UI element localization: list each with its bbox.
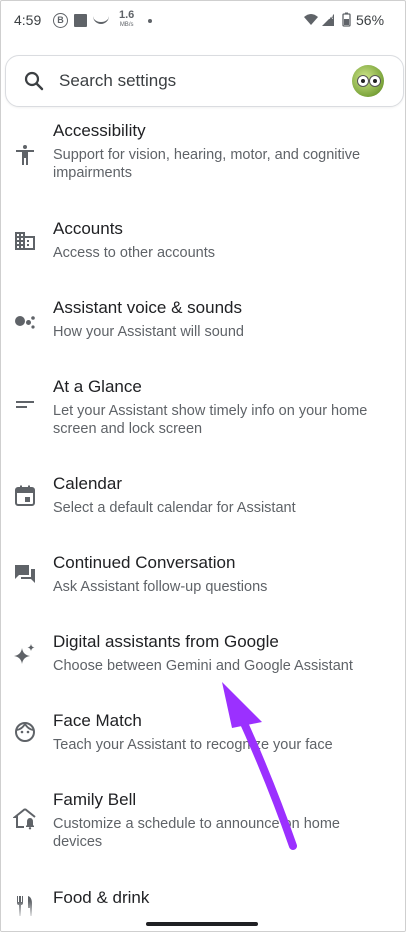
- list-item-digital-assistants[interactable]: Digital assistants from Google Choose be…: [1, 632, 405, 676]
- bottom-fade: [1, 901, 405, 931]
- home-bell-icon: [13, 808, 36, 830]
- status-time: 4:59: [14, 12, 42, 28]
- building-icon: [15, 232, 35, 250]
- wifi-icon: [304, 14, 318, 25]
- chat-bubbles-icon: [15, 565, 35, 583]
- signal-icon: R: [322, 14, 334, 26]
- item-title: Accounts: [53, 219, 123, 238]
- item-subtitle: Teach your Assistant to recognize your f…: [53, 737, 333, 753]
- battery-icon: [342, 12, 351, 27]
- list-item-family-bell[interactable]: Family Bell Customize a schedule to anno…: [1, 790, 405, 852]
- item-title: Accessibility: [53, 121, 146, 140]
- notification-square-icon: [74, 14, 87, 27]
- phone-screen: 4:59 B 1.6 MB/s R 56% Search settings Ac…: [0, 0, 406, 932]
- list-item-face-match[interactable]: Face Match Teach your Assistant to recog…: [1, 711, 405, 755]
- network-speed-unit: MB/s: [119, 22, 134, 28]
- item-subtitle: Select a default calendar for Assistant: [53, 500, 296, 516]
- list-item-accessibility[interactable]: Accessibility Support for vision, hearin…: [1, 121, 405, 183]
- item-title: Family Bell: [53, 790, 137, 809]
- item-subtitle: Access to other accounts: [53, 245, 215, 261]
- accessibility-icon: [16, 145, 34, 165]
- list-item-calendar[interactable]: Calendar Select a default calendar for A…: [1, 474, 405, 518]
- list-item-accounts[interactable]: Accounts Access to other accounts: [1, 219, 405, 263]
- item-title: Calendar: [53, 474, 122, 493]
- item-subtitle: Ask Assistant follow-up questions: [53, 579, 268, 595]
- avatar[interactable]: [352, 65, 384, 97]
- item-title: Continued Conversation: [53, 553, 236, 572]
- item-title: Assistant voice & sounds: [53, 298, 242, 317]
- notification-curve-icon: [93, 15, 109, 24]
- glance-lines-icon: [16, 401, 34, 408]
- item-title: Digital assistants from Google: [53, 632, 279, 651]
- b-notification-icon: B: [53, 13, 68, 28]
- more-notifications-dot-icon: [148, 19, 152, 23]
- item-subtitle: Support for vision, hearing, motor, and …: [53, 147, 361, 181]
- calendar-icon: [15, 485, 35, 506]
- battery-percentage: 56%: [356, 12, 385, 28]
- list-item-assistant-voice[interactable]: Assistant voice & sounds How your Assist…: [1, 298, 405, 342]
- item-subtitle: Customize a schedule to announce on home…: [53, 816, 340, 850]
- sparkle-icon: [14, 644, 35, 664]
- search-input[interactable]: Search settings: [59, 71, 176, 91]
- search-icon[interactable]: [24, 71, 44, 91]
- item-title: Face Match: [53, 711, 142, 730]
- search-bar[interactable]: Search settings: [5, 55, 404, 107]
- status-icons: R: [303, 12, 355, 28]
- network-speed: 1.6 MB/s: [119, 10, 134, 30]
- list-item-at-a-glance[interactable]: At a Glance Let your Assistant show time…: [1, 377, 405, 439]
- face-icon: [15, 722, 35, 742]
- svg-text:R: R: [329, 15, 334, 21]
- item-title: At a Glance: [53, 377, 142, 396]
- item-subtitle: How your Assistant will sound: [53, 324, 244, 340]
- list-item-continued-conversation[interactable]: Continued Conversation Ask Assistant fol…: [1, 553, 405, 597]
- status-bar: 4:59 B 1.6 MB/s R 56%: [1, 1, 405, 41]
- assistant-dots-icon: [15, 316, 35, 329]
- item-subtitle: Let your Assistant show timely info on y…: [53, 403, 368, 437]
- home-indicator[interactable]: [146, 922, 258, 926]
- item-subtitle: Choose between Gemini and Google Assista…: [53, 658, 353, 674]
